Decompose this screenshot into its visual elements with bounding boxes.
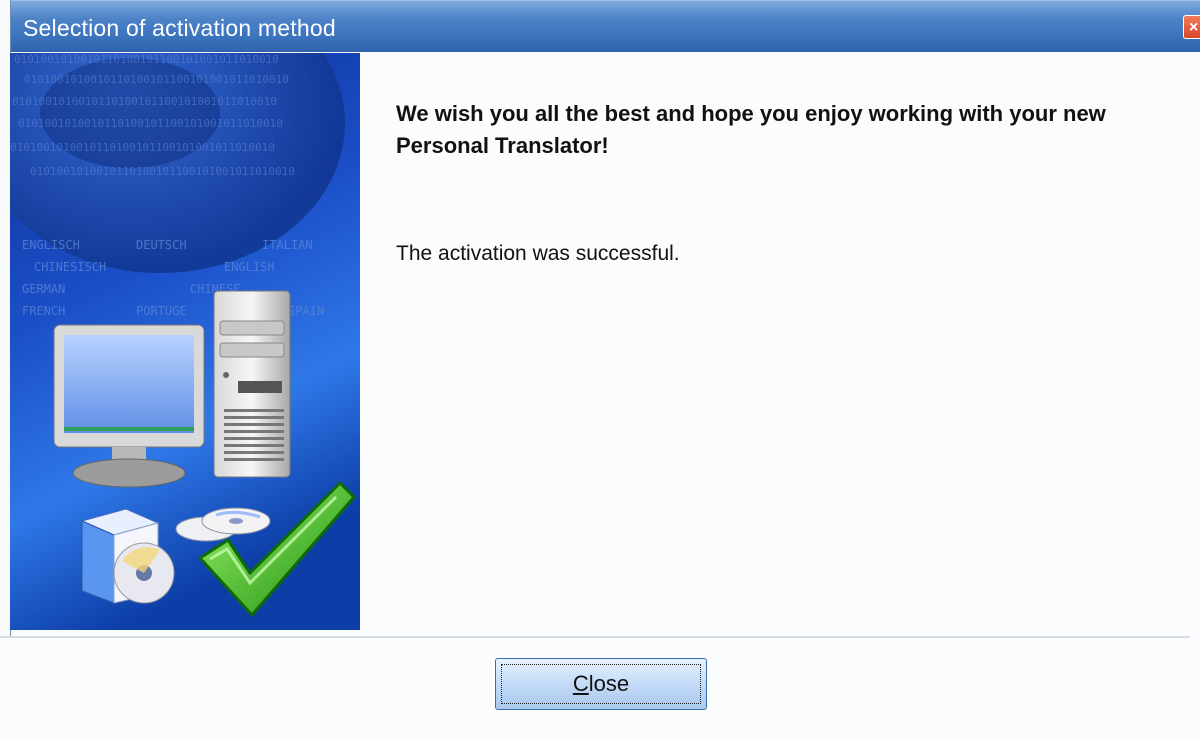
- product-banner: 0101001010010110100101100101001011010010…: [10, 53, 360, 630]
- language-word: SPAIN: [288, 304, 324, 318]
- close-mnemonic: C: [572, 671, 589, 696]
- close-button-label: Close: [572, 671, 630, 696]
- binary-line: 0101001010010110100101100101001011010010: [12, 95, 277, 108]
- banner-illustration: 0101001010010110100101100101001011010010…: [10, 53, 360, 630]
- language-word: CHINESISCH: [34, 260, 106, 274]
- language-word: ENGLISCH: [22, 238, 80, 252]
- computer-tower-icon: [213, 290, 291, 478]
- language-word: DEUTSCH: [136, 238, 187, 252]
- welcome-message: We wish you all the best and hope you en…: [396, 101, 1106, 158]
- activation-status-text: The activation was successful.: [396, 242, 680, 265]
- close-button[interactable]: Close: [495, 658, 707, 710]
- binary-line: 0101001010010110100101100101001011010010: [14, 53, 279, 66]
- language-word: GERMAN: [22, 282, 65, 296]
- language-word: ENGLISH: [224, 260, 275, 274]
- close-window-icon[interactable]: ×: [1183, 15, 1200, 39]
- window-title: Selection of activation method: [23, 15, 336, 41]
- language-word: PORTUGE: [136, 304, 187, 318]
- binary-line: 0101001010010110100101100101001011010010: [30, 165, 295, 178]
- language-word: ITALIAN: [262, 238, 313, 252]
- binary-line: 0101001010010110100101100101001011010010: [10, 141, 275, 154]
- title-bar[interactable]: Selection of activation method ×: [11, 0, 1200, 52]
- binary-line: 0101001010010110100101100101001011010010: [18, 117, 283, 130]
- binary-line: 0101001010010110100101100101001011010010: [24, 73, 289, 86]
- language-word: FRENCH: [22, 304, 65, 318]
